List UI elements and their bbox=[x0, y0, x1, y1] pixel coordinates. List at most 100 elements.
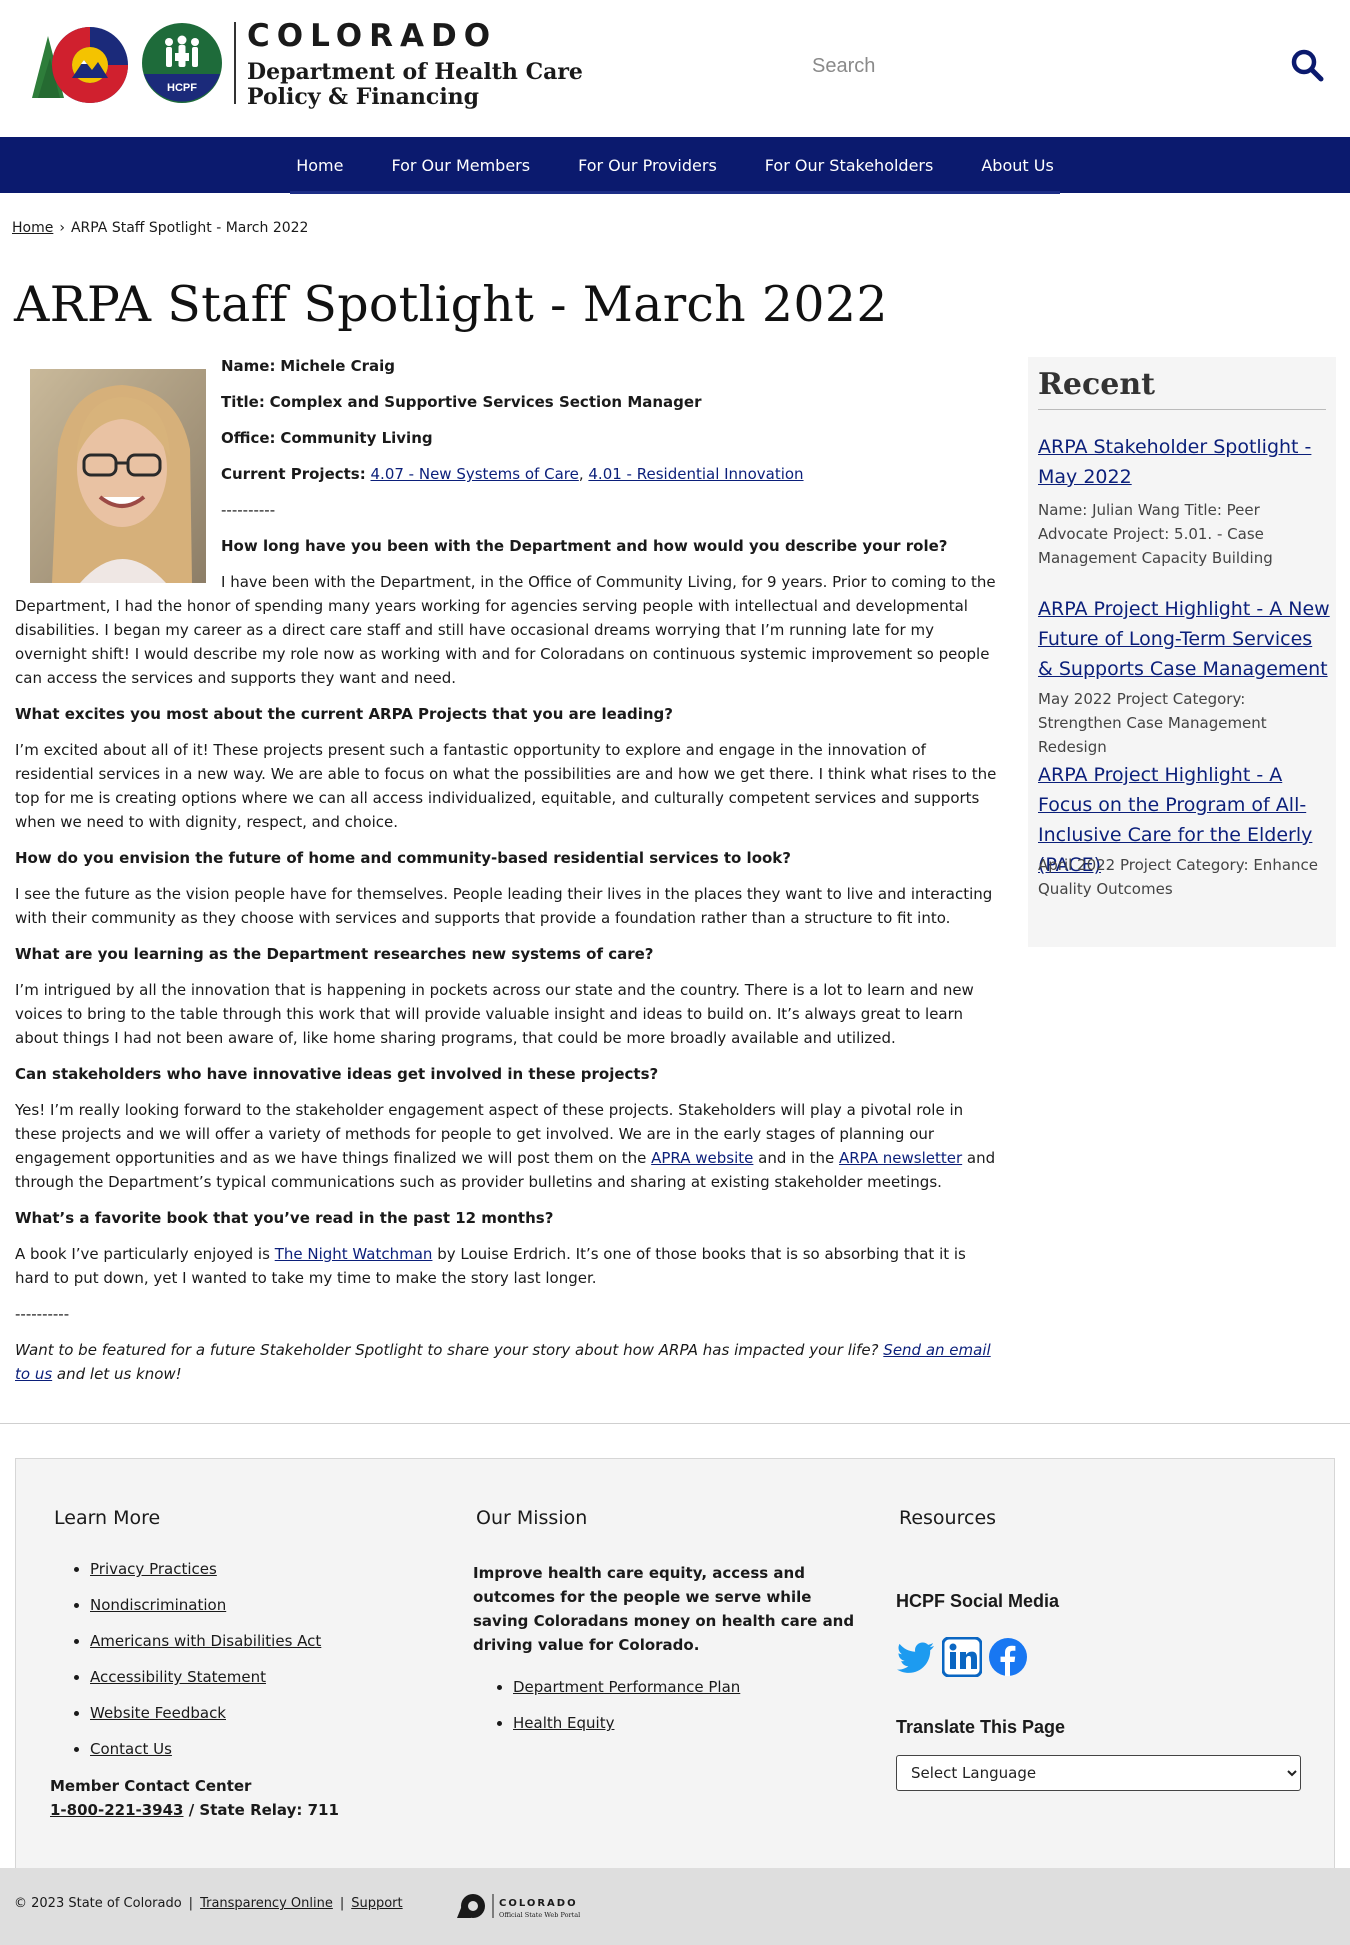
linkedin-icon[interactable] bbox=[942, 1637, 982, 1677]
nondiscrimination-link[interactable]: Nondiscrimination bbox=[90, 1596, 226, 1614]
copyright-text: © 2023 State of Colorado bbox=[14, 1896, 182, 1911]
project-separator: , bbox=[578, 465, 584, 483]
support-link[interactable]: Support bbox=[351, 1896, 402, 1911]
list-item: Contact Us bbox=[90, 1731, 321, 1767]
department-name: Department of Health Care Policy & Finan… bbox=[247, 60, 583, 110]
recent-item-link[interactable]: ARPA Stakeholder Spotlight - May 2022 bbox=[1038, 432, 1333, 492]
list-item: Website Feedback bbox=[90, 1695, 321, 1731]
facebook-icon[interactable] bbox=[988, 1637, 1028, 1677]
ada-link[interactable]: Americans with Disabilities Act bbox=[90, 1632, 321, 1650]
breadcrumb-current: ARPA Staff Spotlight - March 2022 bbox=[70, 220, 309, 236]
state-wordmark: COLORADO bbox=[247, 18, 498, 54]
phone-link[interactable]: 1-800-221-3943 bbox=[50, 1801, 183, 1819]
name-label: Name: bbox=[221, 357, 276, 375]
department-name-line1: Department of Health Care bbox=[247, 59, 583, 85]
answer-4: I’m intrigued by all the innovation that… bbox=[15, 981, 974, 1047]
article-divider: ---------- bbox=[15, 1305, 70, 1323]
nav-item-providers[interactable]: For Our Providers bbox=[554, 156, 741, 175]
nav-item-home[interactable]: Home bbox=[272, 156, 367, 175]
answer-3: I see the future as the vision people ha… bbox=[15, 885, 993, 927]
profile-name: Name: Michele Craig bbox=[221, 354, 1001, 378]
arpa-newsletter-link[interactable]: ARPA newsletter bbox=[839, 1149, 962, 1167]
staff-photo bbox=[30, 369, 206, 583]
profile-office: Office: Community Living bbox=[221, 426, 1001, 450]
question-3: How do you envision the future of home a… bbox=[15, 849, 791, 867]
arpa-website-link[interactable]: APRA website bbox=[651, 1149, 753, 1167]
contact-us-link[interactable]: Contact Us bbox=[90, 1740, 172, 1758]
bottom-bar: © 2023 State of Colorado | Transparency On… bbox=[0, 1868, 1350, 1945]
transparency-online-link[interactable]: Transparency Online bbox=[200, 1896, 333, 1911]
state-relay: / State Relay: 711 bbox=[183, 1801, 339, 1819]
list-item: Health Equity bbox=[513, 1705, 740, 1741]
name-value: Michele Craig bbox=[280, 357, 396, 375]
list-item: Nondiscrimination bbox=[90, 1587, 321, 1623]
social-icons bbox=[896, 1637, 1028, 1677]
answer-1: I have been with the Department, in the … bbox=[15, 573, 996, 687]
mission-text: Improve health care equity, access and o… bbox=[473, 1564, 855, 1654]
colorado-portal-logo-icon[interactable]: COLORADO Official State Web Portal bbox=[455, 1888, 605, 1924]
cta-text-2: and let us know! bbox=[52, 1365, 182, 1383]
language-select[interactable]: Select Language bbox=[896, 1755, 1301, 1791]
page-title: ARPA Staff Spotlight - March 2022 bbox=[14, 276, 888, 333]
profile-divider: ---------- bbox=[221, 501, 276, 519]
project-link-residential[interactable]: 4.01 - Residential Innovation bbox=[588, 465, 803, 483]
recent-item-desc: April 2022 Project Category: Enhance Qua… bbox=[1038, 856, 1318, 898]
answer-2: I’m excited about all of it! These proje… bbox=[15, 741, 997, 831]
nav-item-about[interactable]: About Us bbox=[957, 156, 1077, 175]
answer-6: A book I’ve particularly enjoyed is The … bbox=[15, 1242, 1000, 1290]
separator: | bbox=[339, 1896, 345, 1911]
call-to-action: Want to be featured for a future Stakeho… bbox=[15, 1338, 1000, 1386]
projects-label: Current Projects: bbox=[221, 465, 366, 483]
office-label: Office: bbox=[221, 429, 276, 447]
separator: | bbox=[188, 1896, 194, 1911]
breadcrumb-separator: › bbox=[59, 220, 65, 236]
search-input[interactable] bbox=[800, 42, 1270, 90]
mission-links: Department Performance Plan Health Equit… bbox=[513, 1669, 740, 1741]
project-link-new-systems[interactable]: 4.07 - New Systems of Care bbox=[371, 465, 579, 483]
svg-text:Official State Web Portal: Official State Web Portal bbox=[499, 1911, 580, 1919]
twitter-icon[interactable] bbox=[896, 1637, 936, 1677]
department-name-line2: Policy & Financing bbox=[247, 84, 480, 110]
resources-heading: Resources bbox=[899, 1507, 997, 1529]
breadcrumb-home-link[interactable]: Home bbox=[12, 220, 53, 236]
health-equity-link[interactable]: Health Equity bbox=[513, 1714, 614, 1732]
member-contact-phone: 1-800-221-3943 / State Relay: 711 bbox=[50, 1801, 339, 1819]
title-value: Complex and Supportive Services Section … bbox=[269, 393, 702, 411]
privacy-practices-link[interactable]: Privacy Practices bbox=[90, 1560, 217, 1578]
question-4: What are you learning as the Department … bbox=[15, 945, 654, 963]
list-item: Department Performance Plan bbox=[513, 1669, 740, 1705]
cta-text-1: Want to be featured for a future Stakeho… bbox=[15, 1341, 884, 1359]
search-icon[interactable] bbox=[1290, 48, 1324, 82]
list-item: Americans with Disabilities Act bbox=[90, 1623, 321, 1659]
colorado-logo-icon[interactable] bbox=[30, 22, 135, 106]
book-link[interactable]: The Night Watchman bbox=[275, 1245, 433, 1263]
hcpf-logo-icon[interactable]: HCPF bbox=[141, 22, 223, 104]
bottom-links: © 2023 State of Colorado | Transparency On… bbox=[14, 1896, 403, 1911]
our-mission-heading: Our Mission bbox=[476, 1507, 588, 1529]
accessibility-link[interactable]: Accessibility Statement bbox=[90, 1668, 266, 1686]
nav-item-members[interactable]: For Our Members bbox=[367, 156, 554, 175]
list-item: Privacy Practices bbox=[90, 1551, 321, 1587]
recent-item-link[interactable]: ARPA Project Highlight - A New Future of… bbox=[1038, 594, 1333, 684]
profile-projects: Current Projects: 4.07 - New Systems of … bbox=[221, 462, 1001, 486]
website-feedback-link[interactable]: Website Feedback bbox=[90, 1704, 226, 1722]
svg-text:COLORADO: COLORADO bbox=[499, 1898, 578, 1909]
recent-sidebar: Recent ARPA Stakeholder Spotlight - May … bbox=[1028, 357, 1336, 947]
nav-item-stakeholders[interactable]: For Our Stakeholders bbox=[741, 156, 958, 175]
nav-underline bbox=[290, 191, 1060, 194]
question-6: What’s a favorite book that you’ve read … bbox=[15, 1209, 554, 1227]
profile-title: Title: Complex and Supportive Services S… bbox=[221, 390, 1001, 414]
site-footer: Learn More Privacy Practices Nondiscrimi… bbox=[15, 1458, 1335, 1868]
question-1: How long have you been with the Departme… bbox=[221, 537, 948, 555]
performance-plan-link[interactable]: Department Performance Plan bbox=[513, 1678, 740, 1696]
translate-heading: Translate This Page bbox=[896, 1717, 1066, 1737]
main-nav: Home For Our Members For Our Providers F… bbox=[0, 137, 1350, 193]
question-2: What excites you most about the current … bbox=[15, 705, 673, 723]
member-contact-label: Member Contact Center bbox=[50, 1777, 252, 1795]
site-header: HCPF COLORADO Department of Health Care … bbox=[0, 0, 1350, 137]
office-value: Community Living bbox=[280, 429, 433, 447]
footer-divider bbox=[0, 1423, 1350, 1424]
learn-more-list: Privacy Practices Nondiscrimination Amer… bbox=[90, 1551, 321, 1767]
recent-item-desc: Name: Julian Wang Title: Peer Advocate P… bbox=[1038, 501, 1273, 567]
answer-6-text-1: A book I’ve particularly enjoyed is bbox=[15, 1245, 275, 1263]
